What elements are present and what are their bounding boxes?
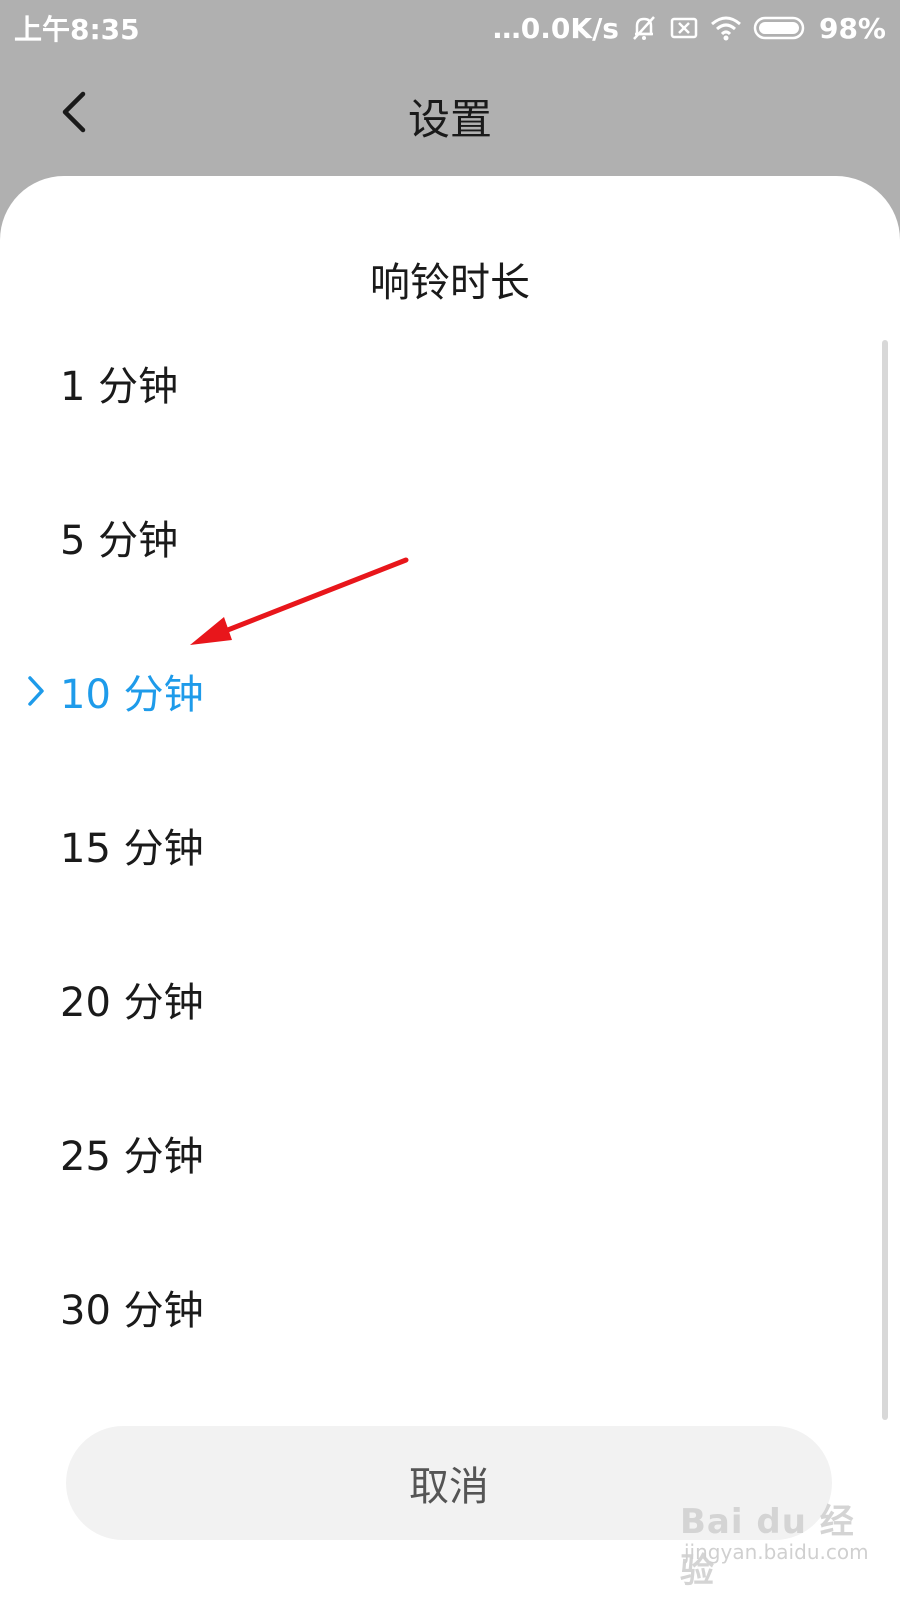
network-speed: …0.0K/s	[492, 11, 619, 45]
chevron-right-icon	[24, 671, 48, 711]
dialog-title: 响铃时长	[370, 260, 530, 306]
watermark-url: jingyan.baidu.com	[684, 1540, 869, 1564]
option-label: 20 分钟	[60, 980, 204, 1026]
wifi-icon	[709, 13, 743, 43]
option-item[interactable]: 25 分钟	[0, 1076, 900, 1230]
option-item[interactable]: 20 分钟	[0, 922, 900, 1076]
option-label: 30 分钟	[60, 1288, 204, 1334]
option-item[interactable]: 10 分钟	[0, 614, 900, 768]
option-label: 10 分钟	[60, 672, 204, 718]
option-item[interactable]: 5 分钟	[0, 460, 900, 614]
option-label: 1 分钟	[60, 364, 179, 410]
option-item[interactable]: 30 分钟	[0, 1230, 900, 1384]
mute-bell-icon	[629, 13, 659, 43]
sim-x-icon	[669, 13, 699, 43]
option-list: 1 分钟 5 分钟 10 分钟 15 分钟 20 分钟 25 分钟 30 分钟	[0, 306, 900, 1384]
status-bar: 上午8:35 …0.0K/s 98%	[0, 0, 900, 56]
baidu-watermark: Bai du 经验 jingyan.baidu.com	[680, 1474, 880, 1591]
option-item[interactable]: 15 分钟	[0, 768, 900, 922]
page-title: 设置	[407, 95, 492, 144]
ring-duration-dialog: 响铃时长 1 分钟 5 分钟 10 分钟 15 分钟 20 分钟 25 分钟 3	[0, 176, 900, 1600]
status-time: 上午8:35	[14, 13, 140, 46]
option-item[interactable]: 1 分钟	[0, 306, 900, 460]
option-label: 15 分钟	[60, 826, 204, 872]
battery-percent: 98%	[818, 11, 886, 45]
app-header: 设置	[0, 56, 900, 176]
scrollbar[interactable]	[882, 340, 888, 1420]
option-label: 25 分钟	[60, 1134, 204, 1180]
status-right: …0.0K/s 98%	[493, 12, 886, 45]
option-label: 5 分钟	[60, 518, 179, 564]
battery-icon	[753, 13, 809, 43]
status-left: 上午8:35	[14, 8, 140, 48]
